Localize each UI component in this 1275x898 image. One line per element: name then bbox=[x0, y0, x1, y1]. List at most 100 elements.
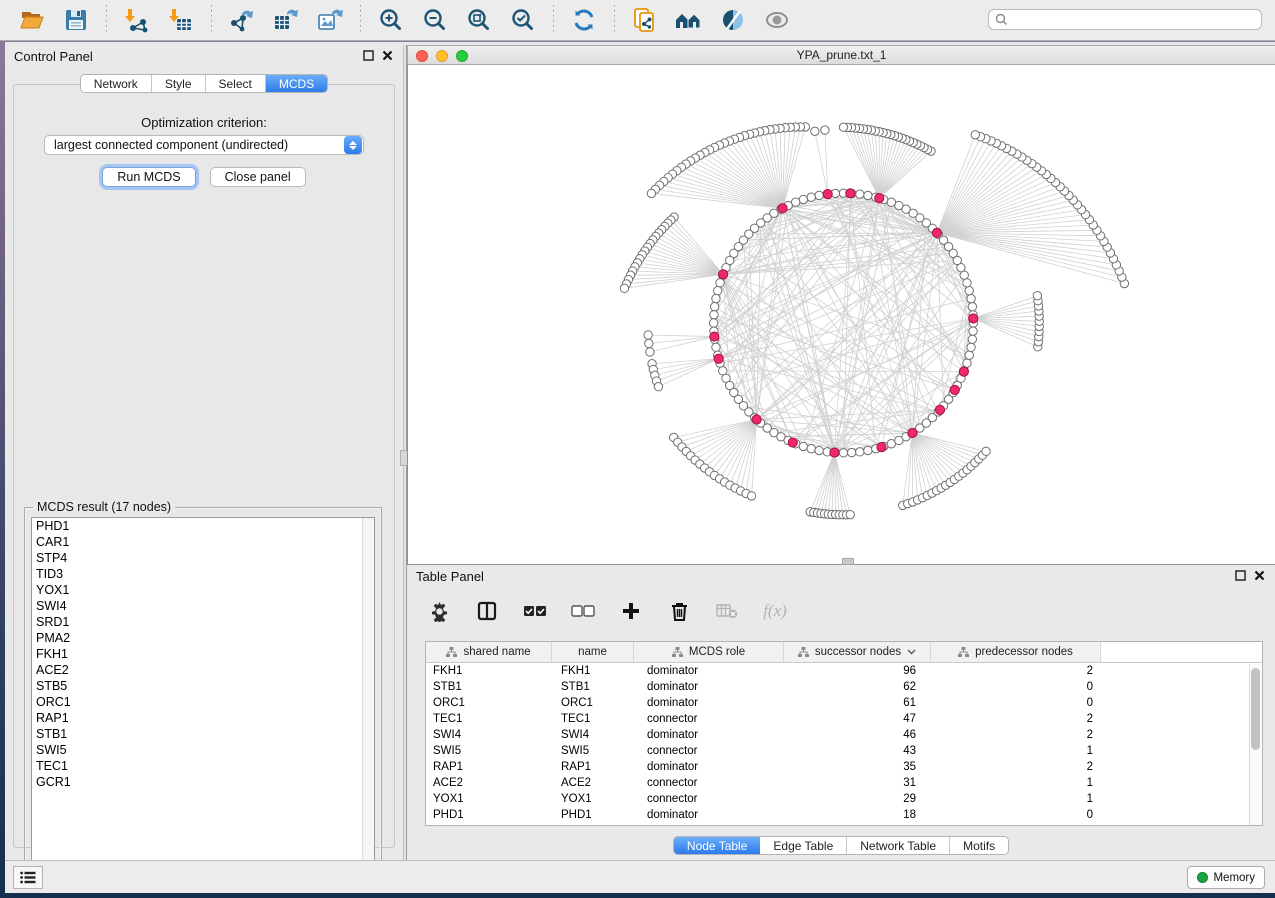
table-row[interactable]: SWI4SWI4dominator462 bbox=[426, 727, 1262, 743]
table-row[interactable]: ORC1ORC1dominator610 bbox=[426, 695, 1262, 711]
table-cell: 18 bbox=[784, 807, 931, 823]
tab-network-table[interactable]: Network Table bbox=[847, 837, 950, 854]
close-panel-icon[interactable] bbox=[382, 50, 393, 61]
import-table-icon[interactable] bbox=[166, 5, 196, 35]
horizontal-splitter-grip[interactable] bbox=[842, 558, 854, 565]
hide-style-icon[interactable] bbox=[718, 5, 748, 35]
mcds-result-item[interactable]: PHD1 bbox=[32, 518, 374, 534]
table-settings-gear-icon[interactable] bbox=[427, 599, 451, 623]
column-header-successor-nodes[interactable]: successor nodes bbox=[784, 642, 931, 662]
table-row[interactable]: YOX1YOX1connector291 bbox=[426, 791, 1262, 807]
float-table-panel-icon[interactable] bbox=[1235, 570, 1246, 581]
table-cell: STB1 bbox=[426, 679, 552, 695]
mcds-result-item[interactable]: RAP1 bbox=[32, 710, 374, 726]
export-image-icon[interactable] bbox=[315, 5, 345, 35]
search-field[interactable] bbox=[988, 9, 1262, 30]
mcds-result-item[interactable]: SWI4 bbox=[32, 598, 374, 614]
export-table-icon[interactable] bbox=[271, 5, 301, 35]
tab-mcds[interactable]: MCDS bbox=[266, 75, 327, 92]
table-row[interactable]: STB1STB1dominator620 bbox=[426, 679, 1262, 695]
column-header-mcds-role[interactable]: MCDS role bbox=[634, 642, 784, 662]
window-maximize-icon[interactable] bbox=[456, 50, 468, 62]
table-row[interactable]: RAP1RAP1dominator352 bbox=[426, 759, 1262, 775]
table-body: FKH1FKH1dominator962STB1STB1dominator620… bbox=[426, 663, 1262, 823]
network-title: YPA_prune.txt_1 bbox=[408, 46, 1275, 65]
mcds-result-item[interactable]: STB5 bbox=[32, 678, 374, 694]
column-label: name bbox=[578, 646, 607, 658]
list-scrollbar[interactable] bbox=[362, 518, 374, 871]
add-column-icon[interactable] bbox=[619, 599, 643, 623]
show-graphics-icon[interactable] bbox=[762, 5, 792, 35]
close-panel-button[interactable]: Close panel bbox=[210, 167, 306, 187]
mcds-result-item[interactable]: TEC1 bbox=[32, 758, 374, 774]
table-cell: 0 bbox=[931, 695, 1101, 711]
table-cell: RAP1 bbox=[426, 759, 552, 775]
table-row[interactable]: FKH1FKH1dominator962 bbox=[426, 663, 1262, 679]
column-header-shared-name[interactable]: shared name bbox=[426, 642, 552, 662]
open-file-icon[interactable] bbox=[17, 5, 47, 35]
optimization-criterion-dropdown[interactable]: largest connected component (undirected) bbox=[44, 135, 364, 155]
window-close-icon[interactable] bbox=[416, 50, 428, 62]
tab-edge-table[interactable]: Edge Table bbox=[760, 837, 847, 854]
table-scrollbar-thumb[interactable] bbox=[1251, 668, 1260, 750]
memory-label: Memory bbox=[1213, 872, 1255, 884]
table-row[interactable]: TEC1TEC1connector472 bbox=[426, 711, 1262, 727]
function-builder-icon[interactable]: f(x) bbox=[763, 599, 787, 623]
table-cell: 31 bbox=[784, 775, 931, 791]
search-input[interactable] bbox=[1013, 13, 1255, 27]
mcds-result-item[interactable]: SWI5 bbox=[32, 742, 374, 758]
deselect-all-columns-icon[interactable] bbox=[571, 599, 595, 623]
table-cell: connector bbox=[634, 791, 784, 807]
network-overview-icon[interactable] bbox=[674, 5, 704, 35]
mcds-result-item[interactable]: ORC1 bbox=[32, 694, 374, 710]
mcds-result-item[interactable]: PMA2 bbox=[32, 630, 374, 646]
close-table-panel-icon[interactable] bbox=[1254, 570, 1265, 581]
mcds-result-list[interactable]: PHD1CAR1STP4TID3YOX1SWI4SRD1PMA2FKH1ACE2… bbox=[31, 517, 375, 872]
mcds-result-item[interactable]: FKH1 bbox=[32, 646, 374, 662]
zoom-out-icon[interactable] bbox=[420, 5, 450, 35]
mcds-result-item[interactable]: STB1 bbox=[32, 726, 374, 742]
column-layout-icon[interactable] bbox=[475, 599, 499, 623]
mcds-result-item[interactable]: TID3 bbox=[32, 566, 374, 582]
refresh-icon[interactable] bbox=[569, 5, 599, 35]
import-network-icon[interactable] bbox=[122, 5, 152, 35]
column-header-empty bbox=[1101, 642, 1262, 662]
zoom-selected-icon[interactable] bbox=[508, 5, 538, 35]
mcds-result-item[interactable]: SRD1 bbox=[32, 614, 374, 630]
column-header-predecessor-nodes[interactable]: predecessor nodes bbox=[931, 642, 1101, 662]
task-history-button[interactable] bbox=[13, 866, 43, 889]
table-row[interactable]: SWI5SWI5connector431 bbox=[426, 743, 1262, 759]
delete-column-icon[interactable] bbox=[667, 599, 691, 623]
window-minimize-icon[interactable] bbox=[436, 50, 448, 62]
tab-select[interactable]: Select bbox=[206, 75, 266, 92]
run-mcds-button[interactable]: Run MCDS bbox=[102, 167, 195, 187]
tab-style[interactable]: Style bbox=[152, 75, 206, 92]
zoom-fit-icon[interactable] bbox=[464, 5, 494, 35]
mcds-result-item[interactable]: CAR1 bbox=[32, 534, 374, 550]
table-row[interactable]: PHD1PHD1dominator180 bbox=[426, 807, 1262, 823]
attribute-icon bbox=[446, 647, 457, 657]
table-row[interactable]: ACE2ACE2connector311 bbox=[426, 775, 1262, 791]
mcds-result-item[interactable]: ACE2 bbox=[32, 662, 374, 678]
tab-node-table[interactable]: Node Table bbox=[674, 837, 761, 854]
network-window-titlebar[interactable]: YPA_prune.txt_1 bbox=[407, 45, 1275, 65]
tab-motifs[interactable]: Motifs bbox=[950, 837, 1008, 854]
network-graph[interactable] bbox=[408, 65, 1275, 564]
table-cell: PHD1 bbox=[552, 807, 634, 823]
select-all-columns-icon[interactable] bbox=[523, 599, 547, 623]
zoom-in-icon[interactable] bbox=[376, 5, 406, 35]
mcds-result-item[interactable]: STP4 bbox=[32, 550, 374, 566]
save-session-icon[interactable] bbox=[61, 5, 91, 35]
mcds-result-item[interactable]: YOX1 bbox=[32, 582, 374, 598]
mcds-result-item[interactable]: GCR1 bbox=[32, 774, 374, 790]
tab-network[interactable]: Network bbox=[81, 75, 152, 92]
network-canvas[interactable] bbox=[407, 65, 1275, 565]
clone-network-icon[interactable] bbox=[630, 5, 660, 35]
delete-table-icon[interactable] bbox=[715, 599, 739, 623]
memory-button[interactable]: Memory bbox=[1187, 866, 1265, 889]
float-panel-icon[interactable] bbox=[363, 50, 374, 61]
table-scrollbar[interactable] bbox=[1249, 664, 1262, 825]
column-label: MCDS role bbox=[689, 646, 745, 658]
column-header-name[interactable]: name bbox=[552, 642, 634, 662]
export-network-icon[interactable] bbox=[227, 5, 257, 35]
